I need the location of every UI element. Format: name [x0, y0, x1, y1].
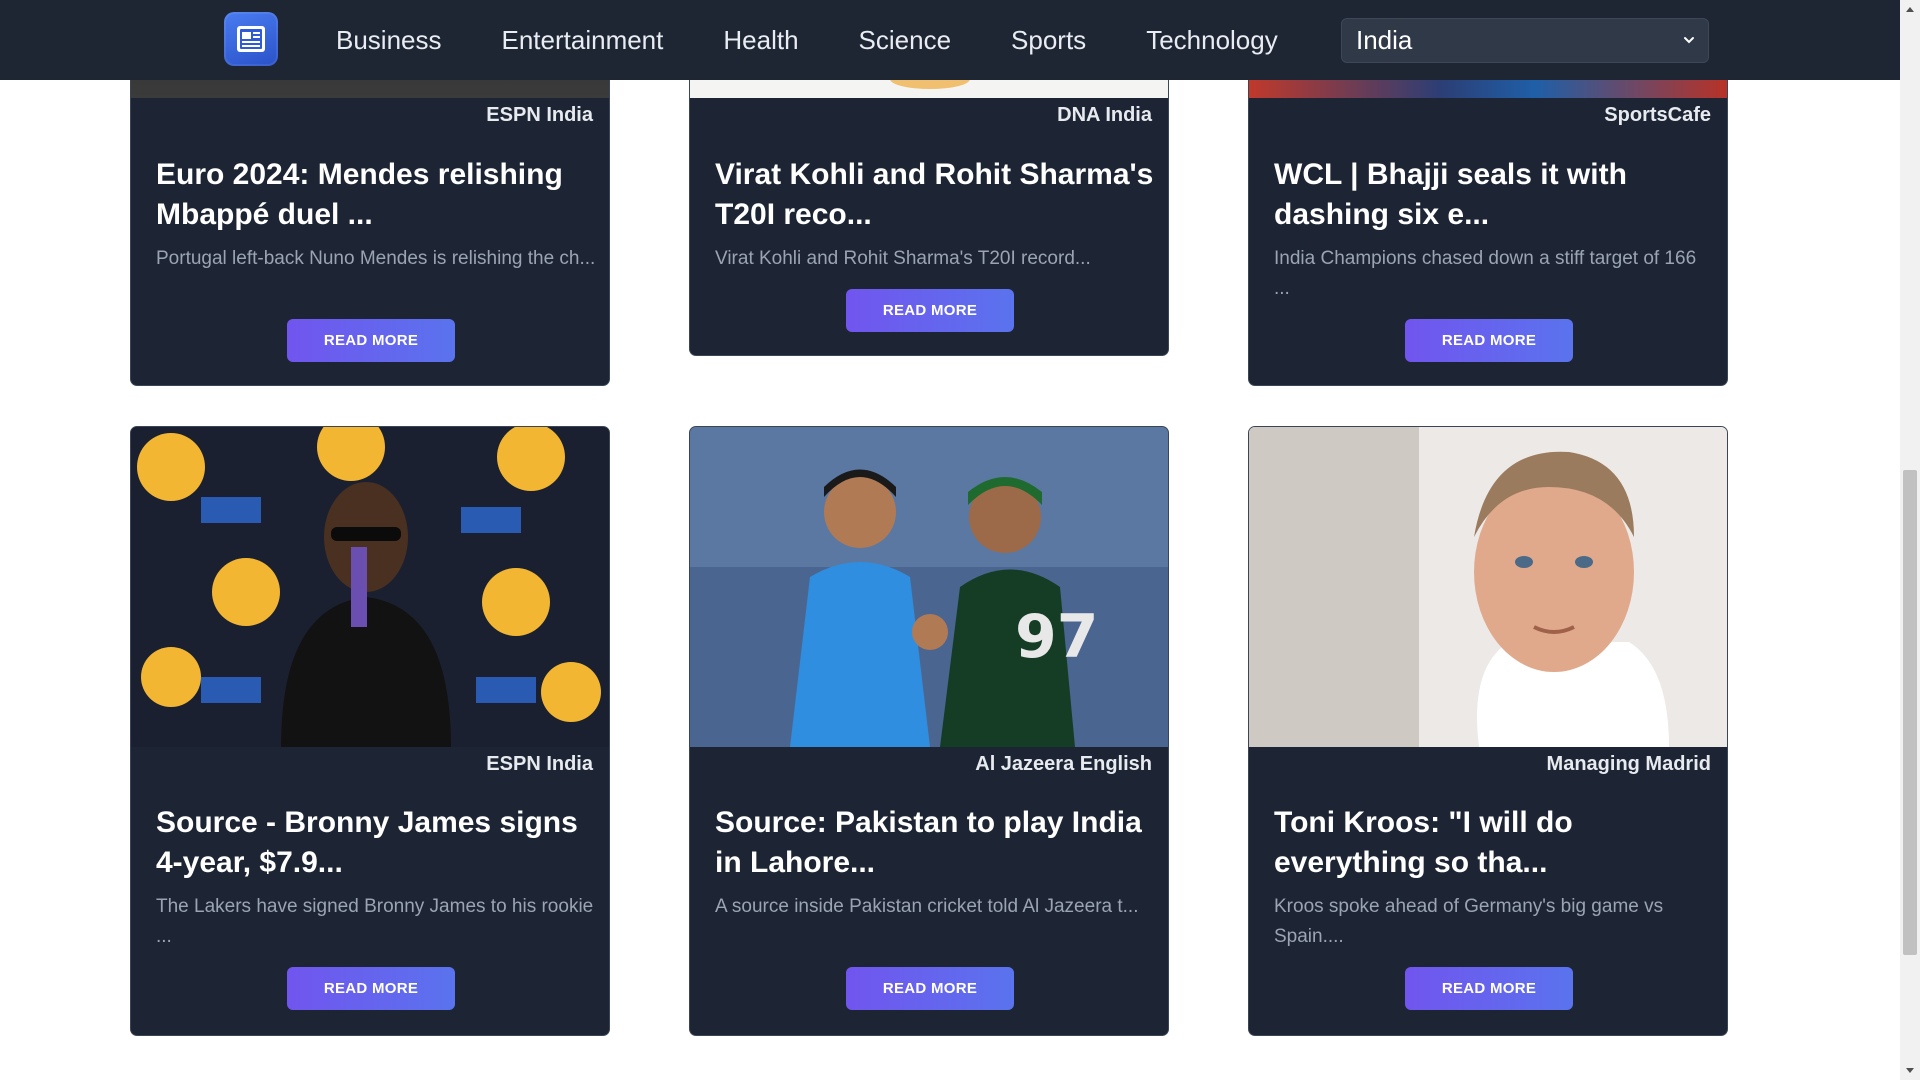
read-more-button[interactable]: READ MORE	[846, 289, 1014, 332]
read-more-button[interactable]: READ MORE	[1405, 319, 1573, 362]
article-title: Source: Pakistan to play India in Lahore…	[715, 806, 1142, 879]
article-image-graphic: 97	[690, 427, 1168, 747]
read-more-button[interactable]: READ MORE	[846, 967, 1014, 1010]
article-description: The Lakers have signed Bronny James to h…	[156, 896, 594, 947]
nav-health[interactable]: Health	[723, 25, 798, 56]
read-more-button[interactable]: READ MORE	[287, 319, 455, 362]
nav-technology[interactable]: Technology	[1146, 25, 1278, 56]
article-title: WCL | Bhajji seals it with dashing six e…	[1274, 158, 1627, 231]
article-card: ESPN India Source - Bronny James signs 4…	[130, 426, 610, 1036]
nav-sports[interactable]: Sports	[1011, 25, 1086, 56]
article-description: A source inside Pakistan cricket told Al…	[715, 896, 1139, 917]
scroll-down-icon[interactable]	[1905, 1067, 1915, 1075]
nav-business[interactable]: Business	[336, 25, 442, 56]
article-image	[1249, 427, 1727, 747]
article-source: Al Jazeera English	[975, 753, 1152, 775]
article-image: 97	[690, 427, 1168, 747]
article-source: ESPN India	[486, 104, 593, 126]
article-description: Kroos spoke ahead of Germany's big game …	[1274, 896, 1664, 947]
article-image	[131, 427, 609, 747]
article-title: Toni Kroos: "I will do everything so tha…	[1274, 806, 1573, 879]
scroll-up-icon[interactable]	[1905, 5, 1915, 13]
category-nav: Business Entertainment Health Science Sp…	[336, 0, 1338, 80]
article-title: Source - Bronny James signs 4-year, $7.9…	[156, 806, 578, 879]
scrollbar-thumb[interactable]	[1903, 470, 1917, 955]
app-logo[interactable]	[224, 12, 278, 66]
chevron-down-icon	[1684, 37, 1694, 44]
article-source: ESPN India	[486, 753, 593, 775]
svg-text:97: 97	[1015, 602, 1099, 672]
article-card: Managing Madrid Toni Kroos: "I will do e…	[1248, 426, 1728, 1036]
country-select[interactable]: India	[1341, 18, 1709, 63]
article-description: India Champions chased down a stiff targ…	[1274, 248, 1697, 299]
article-image-graphic	[131, 427, 609, 747]
country-select-value: India	[1356, 25, 1413, 55]
article-card: 97 Al Jazeera English Source: Pakistan t…	[689, 426, 1169, 1036]
read-more-button[interactable]: READ MORE	[1405, 967, 1573, 1010]
article-source: Managing Madrid	[1546, 753, 1711, 775]
page-scrollbar[interactable]	[1900, 0, 1920, 1080]
article-description: Virat Kohli and Rohit Sharma's T20I reco…	[715, 248, 1091, 269]
nav-science[interactable]: Science	[859, 25, 952, 56]
navbar: Business Entertainment Health Science Sp…	[0, 0, 1900, 80]
nav-entertainment[interactable]: Entertainment	[502, 25, 664, 56]
article-source: SportsCafe	[1604, 104, 1711, 126]
article-image-graphic	[1249, 427, 1727, 747]
article-source: DNA India	[1057, 104, 1152, 126]
article-description: Portugal left-back Nuno Mendes is relish…	[156, 248, 596, 269]
article-title: Virat Kohli and Rohit Sharma's T20I reco…	[715, 158, 1154, 231]
article-title: Euro 2024: Mendes relishing Mbappé duel …	[156, 158, 563, 231]
newspaper-icon	[237, 26, 265, 52]
read-more-button[interactable]: READ MORE	[287, 967, 455, 1010]
